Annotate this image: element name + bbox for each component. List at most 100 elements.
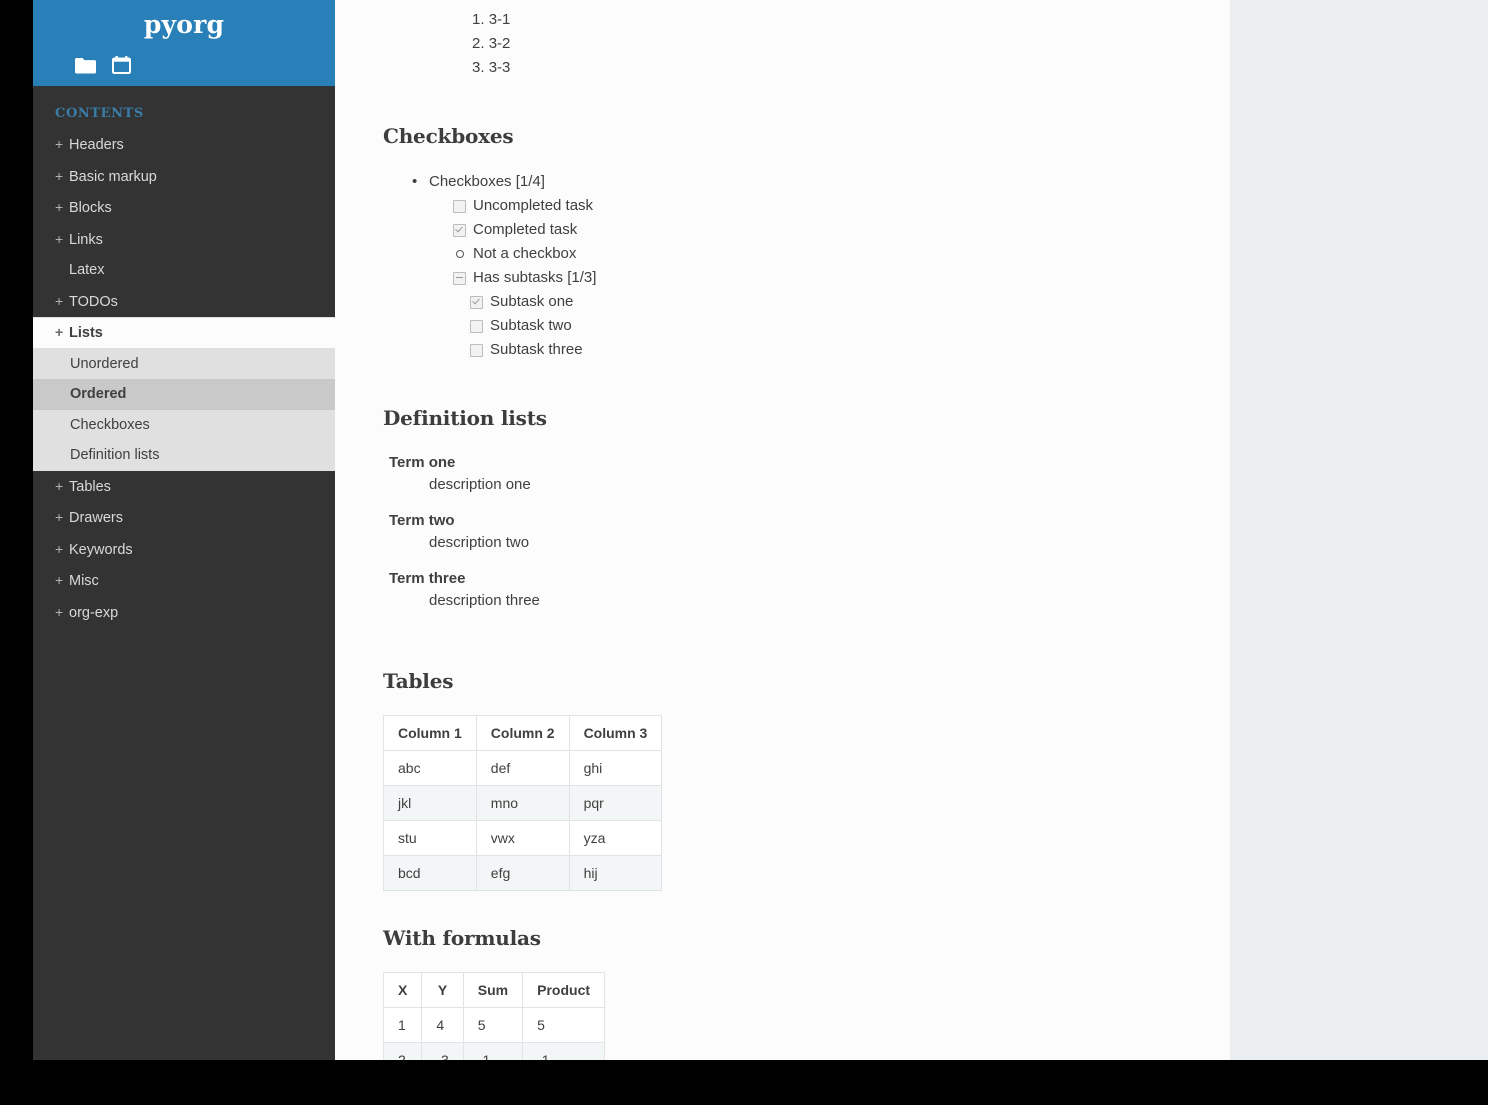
expand-icon[interactable]: +: [55, 325, 69, 339]
sidebar-subitem-checkboxes-wrap: Checkboxes: [33, 410, 335, 441]
expand-icon[interactable]: +: [55, 479, 69, 493]
table-column-header: Sum: [462, 972, 524, 1008]
table-cell: 5: [462, 1007, 524, 1043]
checkbox-label: Has subtasks [1/3]: [473, 269, 597, 286]
sidebar-item-misc-wrap: + Misc: [33, 565, 335, 597]
sidebar-item-lists[interactable]: + Lists: [33, 317, 335, 349]
table-body: 1 4 5 5 2 -3 -1 -1: [382, 1007, 606, 1060]
table-cell: -3: [421, 1042, 464, 1060]
sidebar-item-label: Drawers: [69, 510, 123, 526]
brand-title: pyorg: [143, 10, 225, 39]
definition-term: Term one: [389, 454, 456, 471]
sidebar-item-label: Links: [69, 231, 103, 248]
sidebar-item-label: Latex: [69, 262, 105, 278]
sidebar-subitem-checkboxes[interactable]: Checkboxes: [33, 410, 335, 441]
sidebar-item-label: Keywords: [69, 541, 133, 558]
table-cell: 1: [382, 1007, 423, 1043]
table-column-header: X: [382, 972, 423, 1008]
table-row: stu vwx yza: [383, 820, 663, 856]
table-header-row: X Y Sum Product: [382, 972, 606, 1008]
sidebar-subitem-definition-lists[interactable]: Definition lists: [33, 440, 335, 471]
sidebar-subitem-ordered[interactable]: Ordered: [33, 379, 335, 410]
checkbox-root-label: Checkboxes [1/4]: [429, 173, 545, 190]
table-row: bcd efg hij: [383, 855, 663, 891]
sidebar-item-misc[interactable]: + Misc: [33, 565, 335, 597]
table-cell: 4: [421, 1007, 464, 1043]
table-cell: pqr: [568, 785, 663, 821]
sidebar-item-basic-markup-wrap: + Basic markup: [33, 161, 335, 193]
table-cell: jkl: [383, 785, 477, 821]
table-cell: abc: [383, 750, 477, 786]
page-frame: pyorg CONTENTS + Headers + Basic markup …: [0, 0, 1488, 1105]
sidebar-item-drawers[interactable]: + Drawers: [33, 502, 335, 534]
sidebar-item-basic-markup[interactable]: + Basic markup: [33, 161, 335, 193]
formulas-table: X Y Sum Product 1 4 5 5 2 -3 -1 -1: [382, 972, 606, 1060]
expand-icon[interactable]: +: [55, 510, 69, 524]
calendar-icon[interactable]: [112, 56, 131, 74]
table-cell: hij: [568, 855, 663, 891]
table-cell: 2: [382, 1042, 423, 1060]
expand-icon[interactable]: +: [55, 200, 69, 214]
sidebar-subitem-unordered[interactable]: Unordered: [33, 349, 335, 380]
checkbox-sublist: Uncompleted task Completed task Not a ch…: [429, 194, 1230, 290]
table-cell: def: [475, 750, 570, 786]
checkbox-unchecked-icon[interactable]: [470, 319, 483, 333]
expand-icon[interactable]: +: [55, 137, 69, 151]
sidebar-item-tables[interactable]: + Tables: [33, 471, 335, 503]
sidebar-item-label: Blocks: [69, 200, 112, 216]
table-cell: efg: [475, 855, 570, 891]
sidebar-item-todos-wrap: + TODOs: [33, 286, 335, 318]
checkbox-label: Subtask two: [490, 317, 572, 334]
data-table: Column 1 Column 2 Column 3 abc def ghi j…: [383, 715, 663, 891]
checkbox-unchecked-icon[interactable]: [470, 343, 483, 357]
definition-term: Term three: [389, 570, 466, 587]
table-head: X Y Sum Product: [382, 972, 606, 1008]
checkbox-unchecked-icon[interactable]: [453, 199, 466, 213]
sidebar-item-links[interactable]: + Links: [33, 224, 335, 256]
heading-definition-lists: Definition lists: [383, 406, 547, 430]
expand-icon[interactable]: +: [55, 294, 69, 308]
expand-icon[interactable]: +: [55, 542, 69, 556]
list-item: Completed task: [453, 218, 1230, 242]
sidebar-item-latex[interactable]: Latex: [33, 255, 335, 286]
folder-icon[interactable]: [75, 57, 96, 74]
table-column-header: Column 1: [383, 715, 477, 751]
sidebar-item-tables-wrap: + Tables: [33, 471, 335, 503]
expand-icon[interactable]: +: [55, 169, 69, 183]
list-item: 3-2: [472, 32, 1230, 56]
sidebar-header-icons: [75, 56, 131, 74]
table-cell: 5: [522, 1007, 606, 1043]
list-item: 3-1: [472, 8, 1230, 32]
sidebar-subitem-definition-lists-wrap: Definition lists: [33, 440, 335, 471]
sidebar-item-links-wrap: + Links: [33, 224, 335, 256]
list-item: 3-3: [472, 56, 1230, 80]
sidebar-item-keywords[interactable]: + Keywords: [33, 534, 335, 566]
sidebar-subitem-ordered-wrap: Ordered: [33, 379, 335, 410]
table-cell: stu: [383, 820, 477, 856]
sidebar-item-label: TODOs: [69, 293, 118, 310]
table-cell: -1: [522, 1042, 606, 1060]
sidebar-item-todos[interactable]: + TODOs: [33, 286, 335, 318]
sidebar-item-keywords-wrap: + Keywords: [33, 534, 335, 566]
sidebar-subnav-lists: Unordered Ordered Checkboxes Definition …: [33, 348, 335, 471]
sidebar-item-drawers-wrap: + Drawers: [33, 502, 335, 534]
checkbox-checked-icon[interactable]: [453, 223, 466, 237]
table-head: Column 1 Column 2 Column 3: [383, 715, 663, 751]
table-row: abc def ghi: [383, 750, 663, 786]
list-item: Subtask one: [470, 290, 1230, 314]
definition-list: Term one description one Term two descri…: [383, 452, 1230, 612]
checkbox-label: Completed task: [473, 221, 578, 238]
sidebar-item-label: Lists: [69, 325, 103, 341]
sidebar-item-label: Tables: [69, 478, 111, 495]
expand-icon[interactable]: +: [55, 232, 69, 246]
table-column-header: Column 3: [568, 715, 663, 751]
sidebar-item-org-exp[interactable]: + org-exp: [33, 597, 335, 629]
expand-icon[interactable]: +: [55, 573, 69, 587]
sidebar-header: pyorg: [33, 0, 335, 86]
checkbox-partial-icon[interactable]: [453, 271, 466, 285]
sidebar-item-blocks[interactable]: + Blocks: [33, 192, 335, 224]
sidebar-item-label: Misc: [69, 573, 99, 589]
checkbox-checked-icon[interactable]: [470, 295, 483, 309]
expand-icon[interactable]: +: [55, 605, 69, 619]
sidebar-item-headers[interactable]: + Headers: [33, 129, 335, 161]
